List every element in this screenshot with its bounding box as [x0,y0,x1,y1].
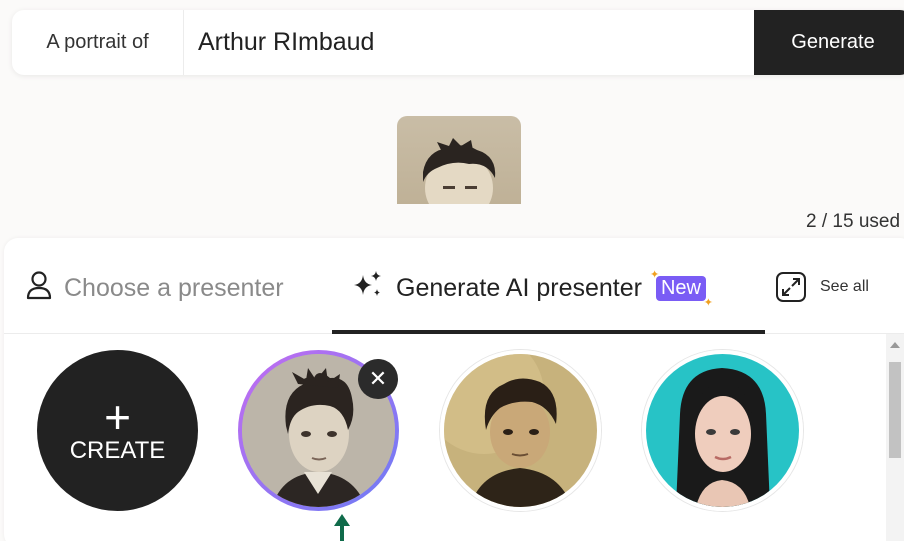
scrollbar-thumb[interactable] [889,362,901,458]
presenter-list-scrollbar[interactable] [886,334,904,541]
prompt-input[interactable] [184,10,754,75]
generate-button[interactable]: Generate [754,10,904,75]
create-presenter-button[interactable]: + CREATE [37,350,198,511]
presenter-avatar-woman-teal[interactable] [642,350,803,511]
tab-choose-presenter[interactable]: Choose a presenter [26,268,284,308]
sparkles-icon [352,269,384,308]
prompt-prefix: A portrait of [12,10,184,75]
scroll-up-arrow-icon[interactable] [890,342,900,348]
presenter-list: + CREATE ✕ [4,334,904,541]
create-label: CREATE [69,436,166,464]
new-badge-label: New [660,276,701,299]
tab-choose-label: Choose a presenter [64,273,284,302]
remove-presenter-button[interactable]: ✕ [358,359,398,399]
new-badge: New ✦ ✦ [650,269,713,309]
see-all-label: See all [820,278,869,295]
badge-sparkle-icon: ✦ [703,296,713,309]
presenter-panel: Choose a presenter Generate AI presenter… [4,238,904,541]
generated-preview-thumbnail[interactable] [397,116,521,204]
plus-icon: + [104,390,131,443]
presenter-tabs: Choose a presenter Generate AI presenter… [4,238,904,334]
prompt-bar: A portrait of Generate [12,10,904,75]
person-icon [26,270,52,307]
tab-generate-presenter[interactable]: Generate AI presenter New ✦ ✦ [352,268,713,309]
badge-sparkle-icon: ✦ [649,268,660,281]
expand-icon [776,272,806,302]
presenter-avatar-rimbaud-painted[interactable] [440,350,601,511]
see-all-button[interactable]: See all [776,272,869,302]
close-icon: ✕ [368,366,388,391]
pointer-arrow-icon [334,514,350,541]
tab-generate-label: Generate AI presenter [396,273,642,302]
usage-counter: 2 / 15 used [806,211,901,232]
